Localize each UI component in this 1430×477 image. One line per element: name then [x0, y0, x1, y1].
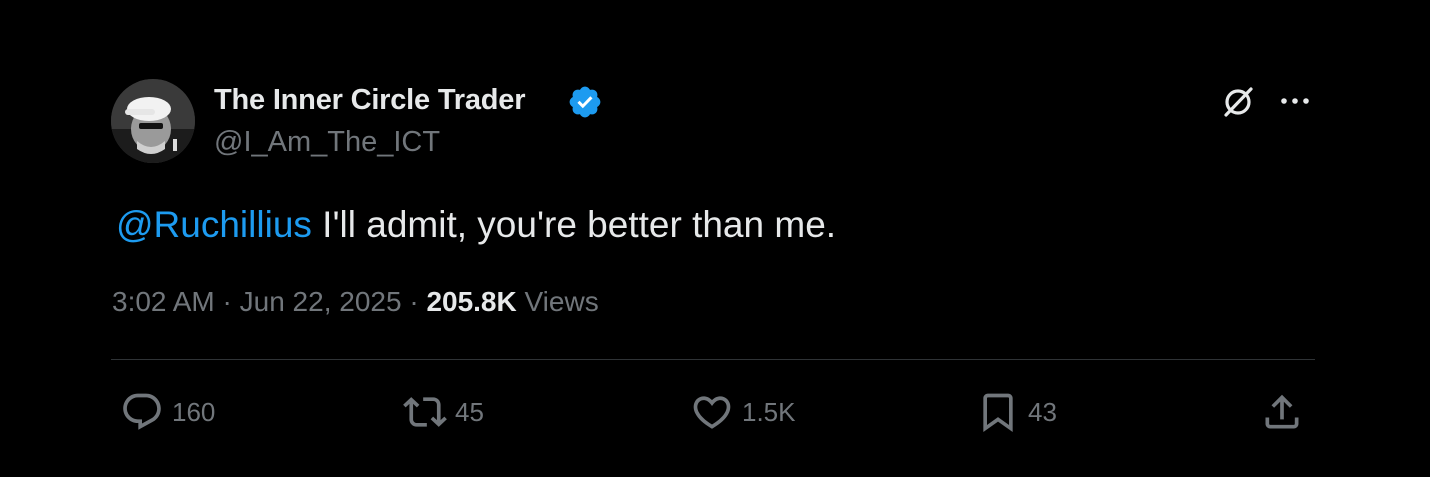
tweet-card: The Inner Circle Trader @I_Am_The_ICT @R… — [0, 0, 1430, 477]
bookmark-icon — [983, 393, 1013, 433]
meta-separator: · — [214, 286, 240, 317]
reply-count: 160 — [172, 397, 216, 427]
like-button[interactable]: 1.5K — [690, 390, 796, 434]
avatar-image — [111, 79, 195, 163]
heart-icon — [693, 396, 731, 429]
bookmark-count: 43 — [1028, 397, 1057, 427]
verified-badge-icon — [569, 86, 601, 118]
author-name[interactable]: The Inner Circle Trader — [214, 82, 525, 118]
views-label: Views — [516, 286, 599, 317]
more-icon[interactable] — [1278, 86, 1312, 116]
repost-count: 45 — [455, 397, 484, 427]
share-button[interactable] — [1260, 390, 1304, 434]
author-handle[interactable]: @I_Am_The_ICT — [214, 124, 440, 160]
mention-link[interactable]: @Ruchillius — [116, 204, 312, 245]
tweet-meta: 3:02 AM · Jun 22, 2025 · 205.8K Views — [112, 284, 599, 320]
share-icon — [1265, 394, 1299, 429]
meta-separator: · — [401, 286, 427, 317]
tweet-date[interactable]: Jun 22, 2025 — [240, 286, 402, 317]
tweet-body: I'll admit, you're better than me. — [311, 204, 837, 245]
reply-button[interactable]: 160 — [120, 390, 215, 434]
repost-button[interactable]: 45 — [403, 390, 484, 434]
tweet-text: @Ruchillius I'll admit, you're better th… — [116, 202, 836, 248]
grok-icon[interactable] — [1220, 84, 1256, 120]
bookmark-button[interactable]: 43 — [976, 390, 1057, 434]
reply-icon — [123, 393, 161, 430]
views-count[interactable]: 205.8K — [426, 286, 516, 317]
tweet-time[interactable]: 3:02 AM — [112, 286, 215, 317]
like-count: 1.5K — [742, 397, 796, 427]
divider — [111, 359, 1315, 360]
repost-icon — [403, 397, 447, 427]
avatar[interactable] — [111, 79, 195, 163]
